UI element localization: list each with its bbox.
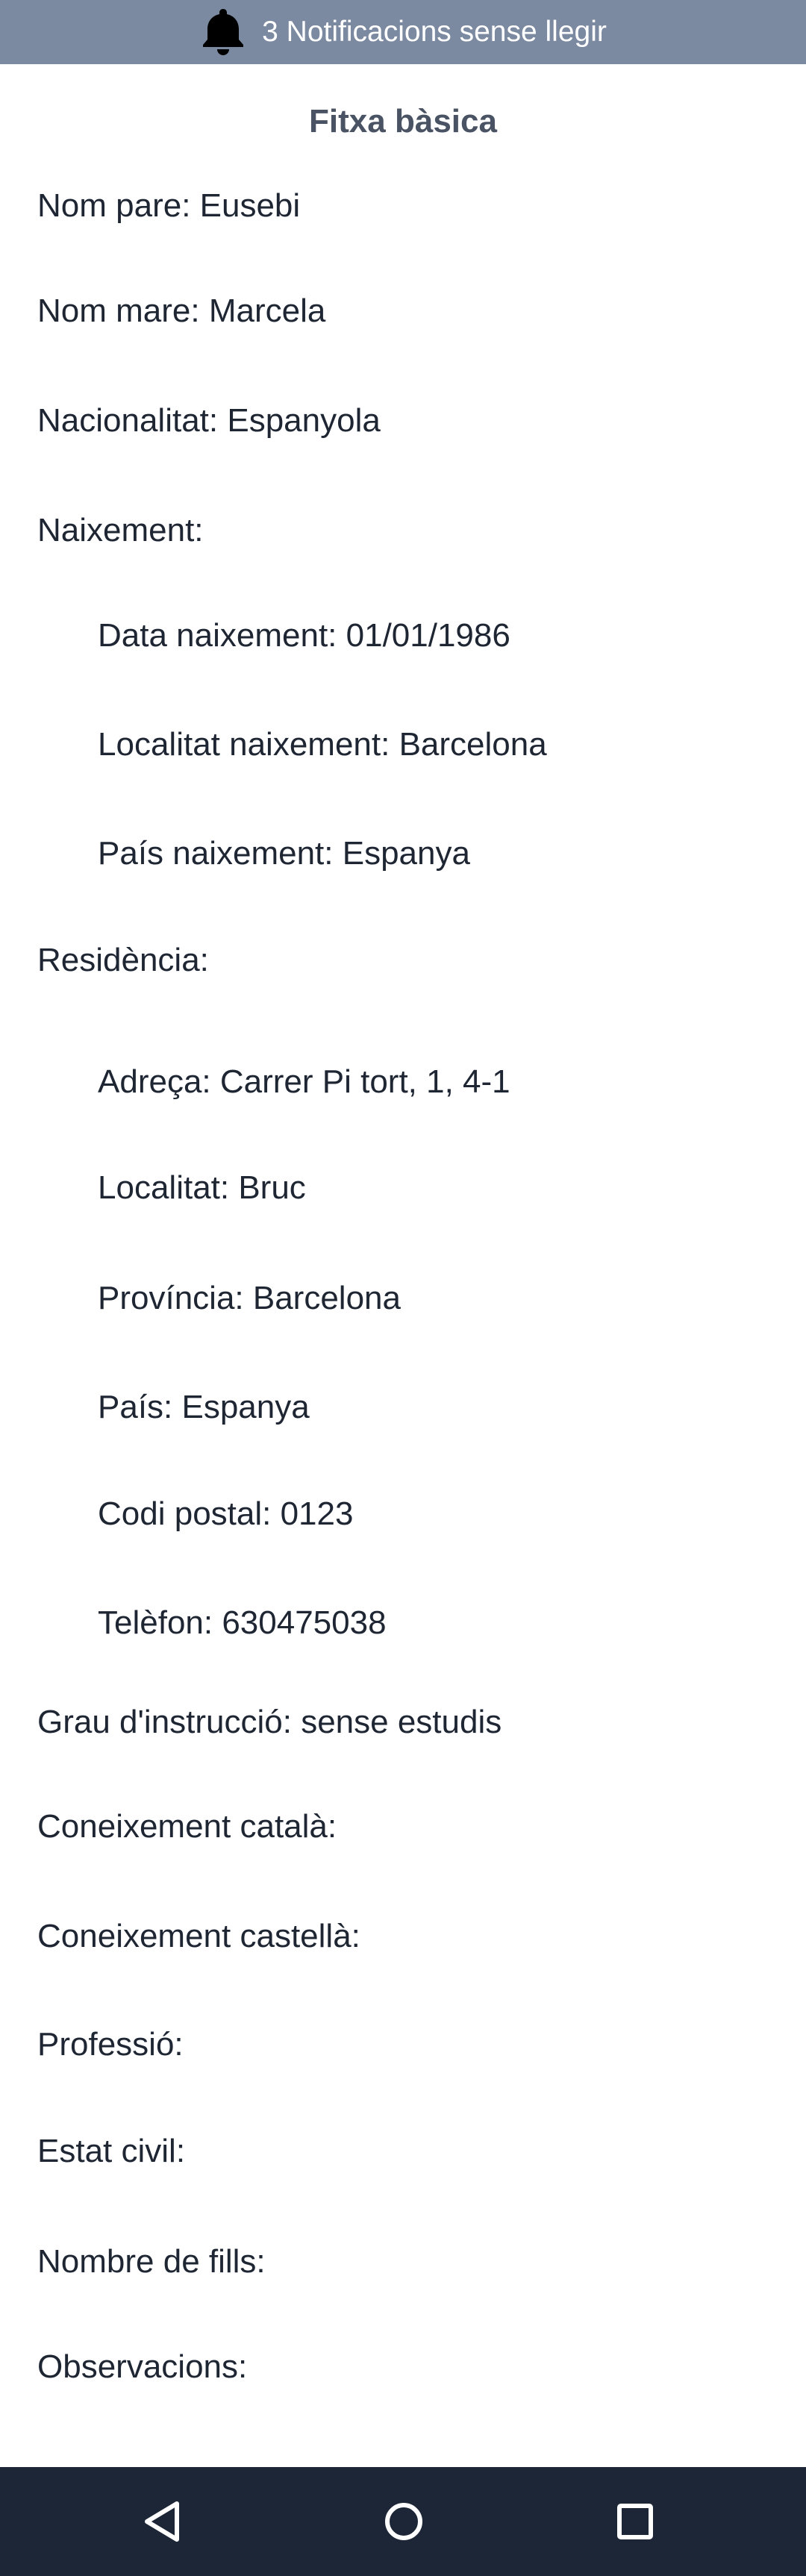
system-nav-bar bbox=[0, 2467, 806, 2576]
field-nombre-fills: Nombre de fills: bbox=[37, 2243, 266, 2280]
recent-apps-button[interactable] bbox=[607, 2493, 663, 2550]
field-coneixement-catala: Coneixement català: bbox=[37, 1808, 337, 1845]
field-nom-pare: Nom pare: Eusebi bbox=[37, 187, 301, 224]
back-button[interactable] bbox=[134, 2493, 190, 2550]
recent-apps-icon bbox=[617, 2504, 653, 2539]
notifications-banner[interactable]: 3 Notificacions sense llegir bbox=[0, 0, 806, 64]
section-residencia: Residència: bbox=[37, 942, 209, 978]
field-localitat: Localitat: Bruc bbox=[98, 1169, 306, 1206]
field-pais: País: Espanya bbox=[98, 1389, 310, 1425]
notifications-text: 3 Notificacions sense llegir bbox=[262, 16, 607, 48]
field-coneixement-castella: Coneixement castellà: bbox=[37, 1918, 360, 1954]
field-grau-instruccio: Grau d'instrucció: sense estudis bbox=[37, 1704, 502, 1740]
section-naixement: Naixement: bbox=[37, 512, 204, 548]
field-provincia: Província: Barcelona bbox=[98, 1280, 401, 1316]
field-data-naixement: Data naixement: 01/01/1986 bbox=[98, 617, 510, 654]
field-adreca: Adreça: Carrer Pi tort, 1, 4-1 bbox=[98, 1063, 510, 1100]
back-icon bbox=[145, 2501, 179, 2542]
field-localitat-naixement: Localitat naixement: Barcelona bbox=[98, 726, 547, 763]
field-nacionalitat: Nacionalitat: Espanyola bbox=[37, 402, 381, 439]
field-observacions: Observacions: bbox=[37, 2348, 248, 2385]
home-icon bbox=[385, 2503, 422, 2540]
home-button[interactable] bbox=[375, 2493, 432, 2550]
field-professio: Professió: bbox=[37, 2026, 184, 2063]
bell-icon bbox=[199, 5, 247, 59]
field-pais-naixement: País naixement: Espanya bbox=[98, 835, 470, 872]
page-title: Fitxa bàsica bbox=[309, 103, 497, 140]
field-estat-civil: Estat civil: bbox=[37, 2133, 186, 2169]
field-telefon: Telèfon: 630475038 bbox=[98, 1604, 387, 1641]
field-nom-mare: Nom mare: Marcela bbox=[37, 293, 326, 329]
field-codi-postal: Codi postal: 0123 bbox=[98, 1495, 354, 1532]
